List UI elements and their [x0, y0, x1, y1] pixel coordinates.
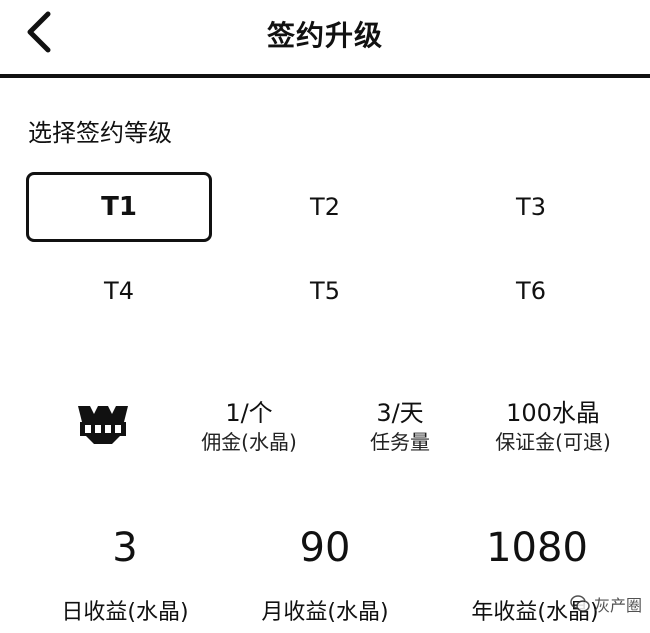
page-title: 签约升级: [266, 19, 383, 52]
header-bar: 签约升级: [0, 0, 650, 78]
level-option-t2[interactable]: T2: [232, 172, 418, 242]
level-option-t1[interactable]: T1: [26, 172, 212, 242]
tasks-info: 3/天 任务量: [344, 398, 456, 456]
daily-earnings-label: 日收益(水晶): [61, 600, 189, 625]
wechat-icon: [570, 595, 590, 612]
yearly-earnings-value: 1080: [486, 525, 588, 571]
level-option-t6[interactable]: T6: [438, 256, 624, 326]
commission-value: 1/个: [225, 399, 273, 427]
deposit-info: 100水晶 保证金(可退): [478, 398, 628, 456]
level-option-t5[interactable]: T5: [232, 256, 418, 326]
tasks-label: 任务量: [370, 430, 430, 454]
tasks-value: 3/天: [376, 399, 424, 427]
daily-earnings-value: 3: [112, 525, 138, 571]
monthly-earnings-label: 月收益(水晶): [261, 600, 389, 625]
watermark: 灰产圈: [570, 592, 642, 616]
watermark-text: 灰产圈: [593, 596, 642, 615]
level-option-t3[interactable]: T3: [438, 172, 624, 242]
level-option-t4[interactable]: T4: [26, 256, 212, 326]
deposit-value: 100水晶: [506, 399, 600, 427]
commission-label: 佣金(水晶): [201, 430, 297, 454]
deposit-label: 保证金(可退): [495, 430, 611, 454]
commission-info: 1/个 佣金(水晶): [186, 398, 312, 456]
monthly-earnings-value: 90: [299, 525, 351, 571]
vip-badge-icon: [72, 402, 134, 446]
section-label: 选择签约等级: [28, 119, 172, 147]
